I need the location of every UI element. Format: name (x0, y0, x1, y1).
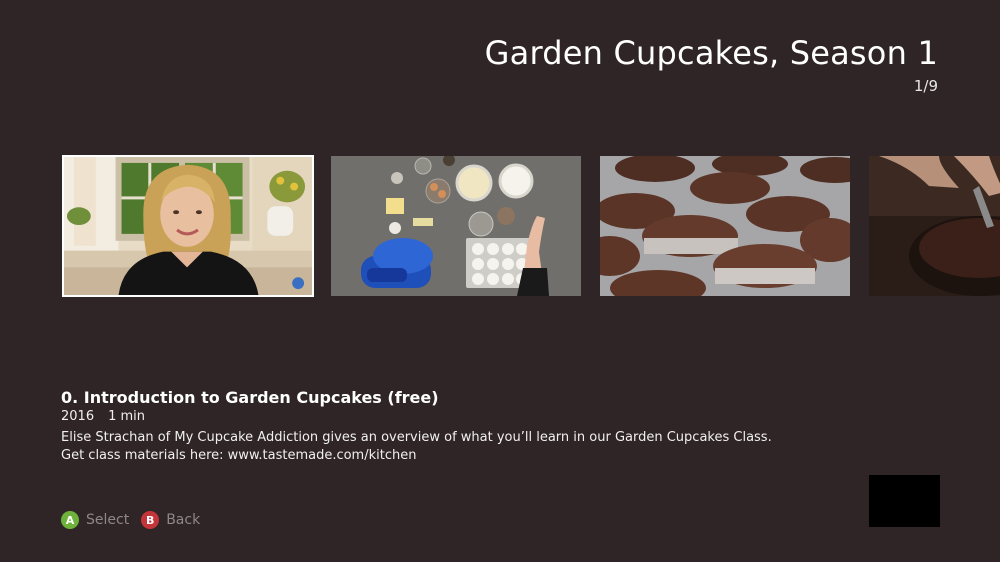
select-hint[interactable]: A Select (61, 511, 129, 529)
back-hint-label: Back (166, 512, 201, 528)
episode-carousel (0, 155, 1000, 297)
b-button-icon: B (141, 511, 160, 529)
a-button-icon: A (61, 511, 79, 529)
episode-thumbnail-baked-cupcakes[interactable] (600, 156, 850, 296)
episode-thumbnail-intro[interactable] (62, 155, 314, 297)
episode-thumbnail-ingredients[interactable] (331, 156, 581, 296)
back-hint[interactable]: B Back (141, 511, 200, 529)
ingredients-overhead-image (331, 156, 581, 296)
mini-video-player[interactable] (869, 475, 940, 527)
episode-meta: 2016 1 min (61, 409, 145, 424)
page-counter: 1/9 (913, 77, 938, 95)
episode-description-line: Elise Strachan of My Cupcake Addiction g… (61, 430, 772, 445)
episode-description: Elise Strachan of My Cupcake Addiction g… (61, 429, 821, 465)
host-kitchen-image (64, 157, 312, 295)
episode-year: 2016 (61, 409, 95, 424)
controller-hints: A Select B Back (61, 511, 212, 529)
chocolate-bowl-image (869, 156, 1000, 296)
baked-cupcakes-image (600, 156, 850, 296)
episode-materials-line: Get class materials here: www.tastemade.… (61, 448, 417, 463)
episode-duration: 1 min (108, 409, 146, 424)
select-hint-label: Select (86, 512, 130, 528)
episode-title: 0. Introduction to Garden Cupcakes (free… (61, 388, 439, 407)
episode-thumbnail-chocolate-bowl[interactable] (869, 156, 1000, 296)
page-title: Garden Cupcakes, Season 1 (484, 34, 938, 72)
